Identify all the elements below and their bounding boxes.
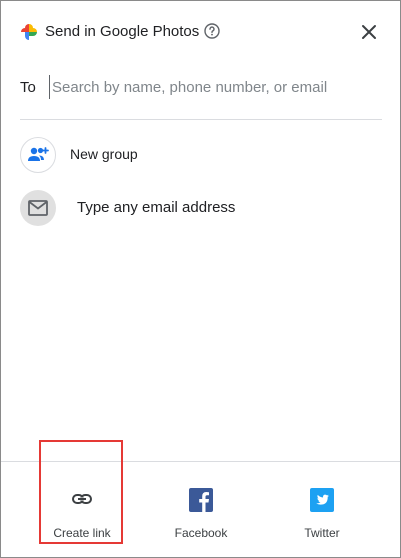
new-group-label: New group (70, 146, 138, 162)
help-circle-icon[interactable] (204, 23, 220, 39)
twitter-icon (310, 488, 334, 512)
create-link-label: Create link (53, 526, 111, 540)
recipient-search-input[interactable] (49, 75, 372, 99)
share-options-bar: Create link Facebook Twitter (1, 461, 400, 558)
twitter-label: Twitter (304, 526, 340, 540)
email-address-label: Type any email address (77, 199, 236, 216)
add-people-icon (28, 147, 49, 161)
email-address-option[interactable]: Type any email address (20, 190, 382, 230)
facebook-icon (189, 488, 213, 512)
google-photos-logo-icon (21, 24, 37, 40)
email-avatar (20, 190, 56, 226)
send-dialog: Send in Google Photos To New group (0, 0, 401, 558)
twitter-button[interactable]: Twitter (262, 462, 382, 558)
new-group-option[interactable]: New group (20, 137, 382, 177)
facebook-button[interactable]: Facebook (141, 462, 261, 558)
to-label: To (20, 79, 36, 96)
recipient-field-row: To (20, 73, 382, 120)
link-icon (72, 494, 92, 504)
dialog-title: Send in Google Photos (45, 23, 200, 40)
facebook-label: Facebook (174, 526, 228, 540)
close-button[interactable] (357, 20, 381, 44)
create-link-button[interactable]: Create link (22, 462, 142, 558)
new-group-avatar (20, 137, 56, 173)
dialog-header: Send in Google Photos (1, 1, 400, 61)
mail-icon (28, 200, 48, 216)
